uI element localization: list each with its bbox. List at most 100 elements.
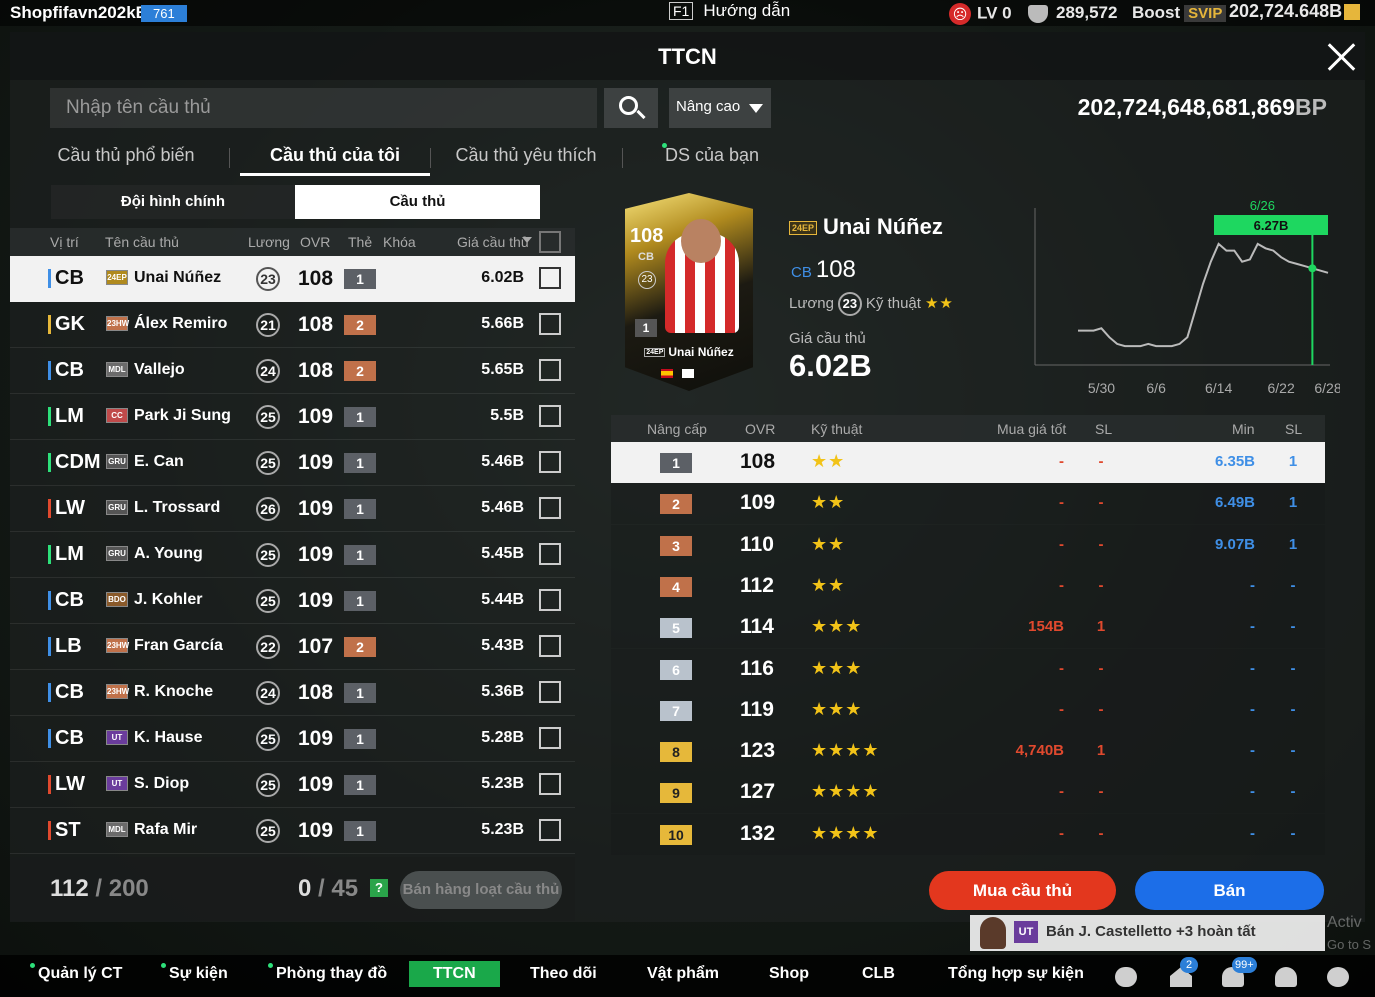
wage-label: Lương	[789, 295, 834, 312]
bell-icon[interactable]: 99+	[1220, 957, 1257, 989]
upgrade-row[interactable]: 6 116 ★★★ - - - -	[611, 648, 1325, 690]
player-row[interactable]: LM CC Park Ji Sung 25 109 1 5.5B	[10, 394, 575, 440]
select-checkbox[interactable]	[539, 543, 561, 565]
player-count-value: 112	[50, 875, 89, 902]
select-checkbox[interactable]	[539, 727, 561, 749]
upgrade-row[interactable]: 4 112 ★★ - - - -	[611, 565, 1325, 607]
notification-dot	[662, 143, 667, 148]
nav-items[interactable]: Vật phẩm	[647, 965, 719, 983]
col-ovr[interactable]: OVR	[300, 234, 330, 250]
col-name[interactable]: Tên cầu thủ	[105, 234, 179, 250]
select-checkbox[interactable]	[539, 635, 561, 657]
upgrade-row[interactable]: 2 109 ★★ - - 6.49B 1	[611, 483, 1325, 525]
select-checkbox[interactable]	[539, 405, 561, 427]
player-row[interactable]: LM GRU A. Young 25 109 1 5.45B	[10, 532, 575, 578]
sort-down-icon[interactable]	[522, 237, 532, 243]
min-qty: 1	[1288, 535, 1298, 553]
player-row[interactable]: LW GRU L. Trossard 26 109 1 5.46B	[10, 486, 575, 532]
search-input[interactable]: Nhập tên cầu thủ	[50, 88, 597, 128]
nav-events[interactable]: Sự kiện	[161, 963, 228, 983]
col-upgrade-level: Nâng cấp	[647, 421, 707, 437]
subtab-players[interactable]: Cầu thủ	[295, 185, 540, 219]
tab-my-list[interactable]: DS của bạn	[662, 140, 762, 176]
skill-stars: ★★	[811, 492, 846, 513]
nav-team-management[interactable]: Quản lý CT	[30, 963, 122, 983]
best-buy-price: -	[1059, 824, 1064, 842]
nav-shop[interactable]: Shop	[769, 965, 809, 983]
upgrade-row[interactable]: 1 108 ★★ - - 6.35B 1	[611, 442, 1325, 483]
select-checkbox[interactable]	[539, 681, 561, 703]
svip-badge: SVIP	[1184, 5, 1227, 22]
player-row[interactable]: CB UT K. Hause 25 109 1 5.28B	[10, 716, 575, 762]
select-checkbox[interactable]	[539, 497, 561, 519]
tab-popular-players[interactable]: Cầu thủ phổ biến	[44, 140, 208, 176]
min-price: 9.07B	[1214, 535, 1255, 553]
advanced-filter-dropdown[interactable]: Nâng cao	[669, 88, 771, 128]
player-ovr: 108	[298, 359, 334, 382]
help-icon[interactable]: ?	[370, 879, 388, 897]
nav-event-summary[interactable]: Tổng hợp sự kiện	[948, 965, 1084, 983]
player-row[interactable]: LW UT S. Diop 25 109 1 5.23B	[10, 762, 575, 808]
sell-button[interactable]: Bán	[1135, 871, 1324, 910]
player-row[interactable]: CDM GRU E. Can 25 109 1 5.46B	[10, 440, 575, 486]
player-wage: 24	[256, 681, 280, 705]
select-checkbox[interactable]	[539, 589, 561, 611]
user-badge: 761	[141, 5, 187, 22]
col-position[interactable]: Vị trí	[50, 234, 79, 250]
nav-watchlist[interactable]: Theo dõi	[530, 965, 597, 983]
col-card[interactable]: Thẻ	[348, 234, 372, 250]
buy-player-button[interactable]: Mua cầu thủ	[929, 871, 1116, 910]
card-ovr: 108	[630, 225, 664, 247]
col-price[interactable]: Giá cầu thủ	[457, 234, 529, 250]
help-link[interactable]: F1 Hướng dẫn	[669, 1, 790, 21]
select-checkbox[interactable]	[539, 267, 561, 289]
upgrade-row[interactable]: 9 127 ★★★★ - - - -	[611, 772, 1325, 814]
player-row[interactable]: CB MDL Vallejo 24 108 2 5.65B	[10, 348, 575, 394]
upgrade-row[interactable]: 8 123 ★★★★ 4,740B 1 - -	[611, 731, 1325, 773]
select-checkbox[interactable]	[539, 313, 561, 335]
search-button[interactable]	[604, 88, 658, 128]
tab-favorite-players[interactable]: Cầu thủ yêu thích	[452, 140, 600, 176]
best-buy-qty: -	[1098, 535, 1104, 553]
min-qty: -	[1290, 618, 1296, 636]
select-checkbox[interactable]	[539, 451, 561, 473]
select-all-checkbox[interactable]	[539, 231, 561, 253]
player-row[interactable]: LB 23HW Fran García 22 107 2 5.43B	[10, 624, 575, 670]
upgrade-level-badge: 1	[344, 499, 376, 519]
col-lock[interactable]: Khóa	[383, 234, 416, 250]
nav-locker-room[interactable]: Phòng thay đồ	[268, 963, 387, 983]
gear-icon[interactable]	[1325, 965, 1351, 989]
highlight-value-label: 6.27B	[1254, 218, 1289, 233]
profile-icon[interactable]	[1273, 965, 1299, 989]
home-icon[interactable]: 2	[1168, 957, 1198, 989]
player-wage: 25	[256, 451, 280, 475]
upgrade-level-badge: 2	[344, 637, 376, 657]
chat-icon[interactable]	[1113, 965, 1139, 989]
close-icon[interactable]	[1324, 39, 1358, 73]
price-series-line	[1078, 242, 1329, 348]
subtab-main-squad[interactable]: Đội hình chính	[51, 185, 295, 219]
player-row[interactable]: CB 24EP Unai Núñez 23 108 1 6.02B	[10, 256, 575, 302]
select-checkbox[interactable]	[539, 359, 561, 381]
player-name: J. Kohler	[134, 591, 203, 608]
profile-shape	[1275, 967, 1297, 987]
player-row[interactable]: GK 23HW Álex Remiro 21 108 2 5.66B	[10, 302, 575, 348]
nav-club[interactable]: CLB	[862, 965, 895, 983]
player-row[interactable]: CB BDO J. Kohler 25 109 1 5.44B	[10, 578, 575, 624]
player-row[interactable]: CB 23HW R. Knoche 24 108 1 5.36B	[10, 670, 575, 716]
nav-ttcn[interactable]: TTCN	[409, 961, 500, 987]
player-row[interactable]: ST MDL Rafa Mir 25 109 1 5.23B	[10, 808, 575, 854]
col-wage[interactable]: Lương	[248, 234, 290, 250]
tab-my-players[interactable]: Cầu thủ của tôi	[240, 140, 430, 176]
upgrade-row[interactable]: 5 114 ★★★ 154B 1 - -	[611, 607, 1325, 649]
select-checkbox[interactable]	[539, 819, 561, 841]
bulk-sell-button[interactable]: Bán hàng loạt cầu thủ	[400, 871, 562, 909]
upgrade-row[interactable]: 7 119 ★★★ - - - -	[611, 689, 1325, 731]
upgrade-row[interactable]: 3 110 ★★ - - 9.07B 1	[611, 524, 1325, 566]
select-checkbox[interactable]	[539, 773, 561, 795]
upgrade-row[interactable]: 10 132 ★★★★ - - - -	[611, 813, 1325, 855]
x-tick-label: 5/30	[1088, 380, 1115, 396]
toast-message: Bán J. Castelletto +3 hoàn tất	[1046, 923, 1256, 940]
sad-face-icon: ☹	[949, 3, 971, 25]
min-price: -	[1250, 742, 1255, 760]
